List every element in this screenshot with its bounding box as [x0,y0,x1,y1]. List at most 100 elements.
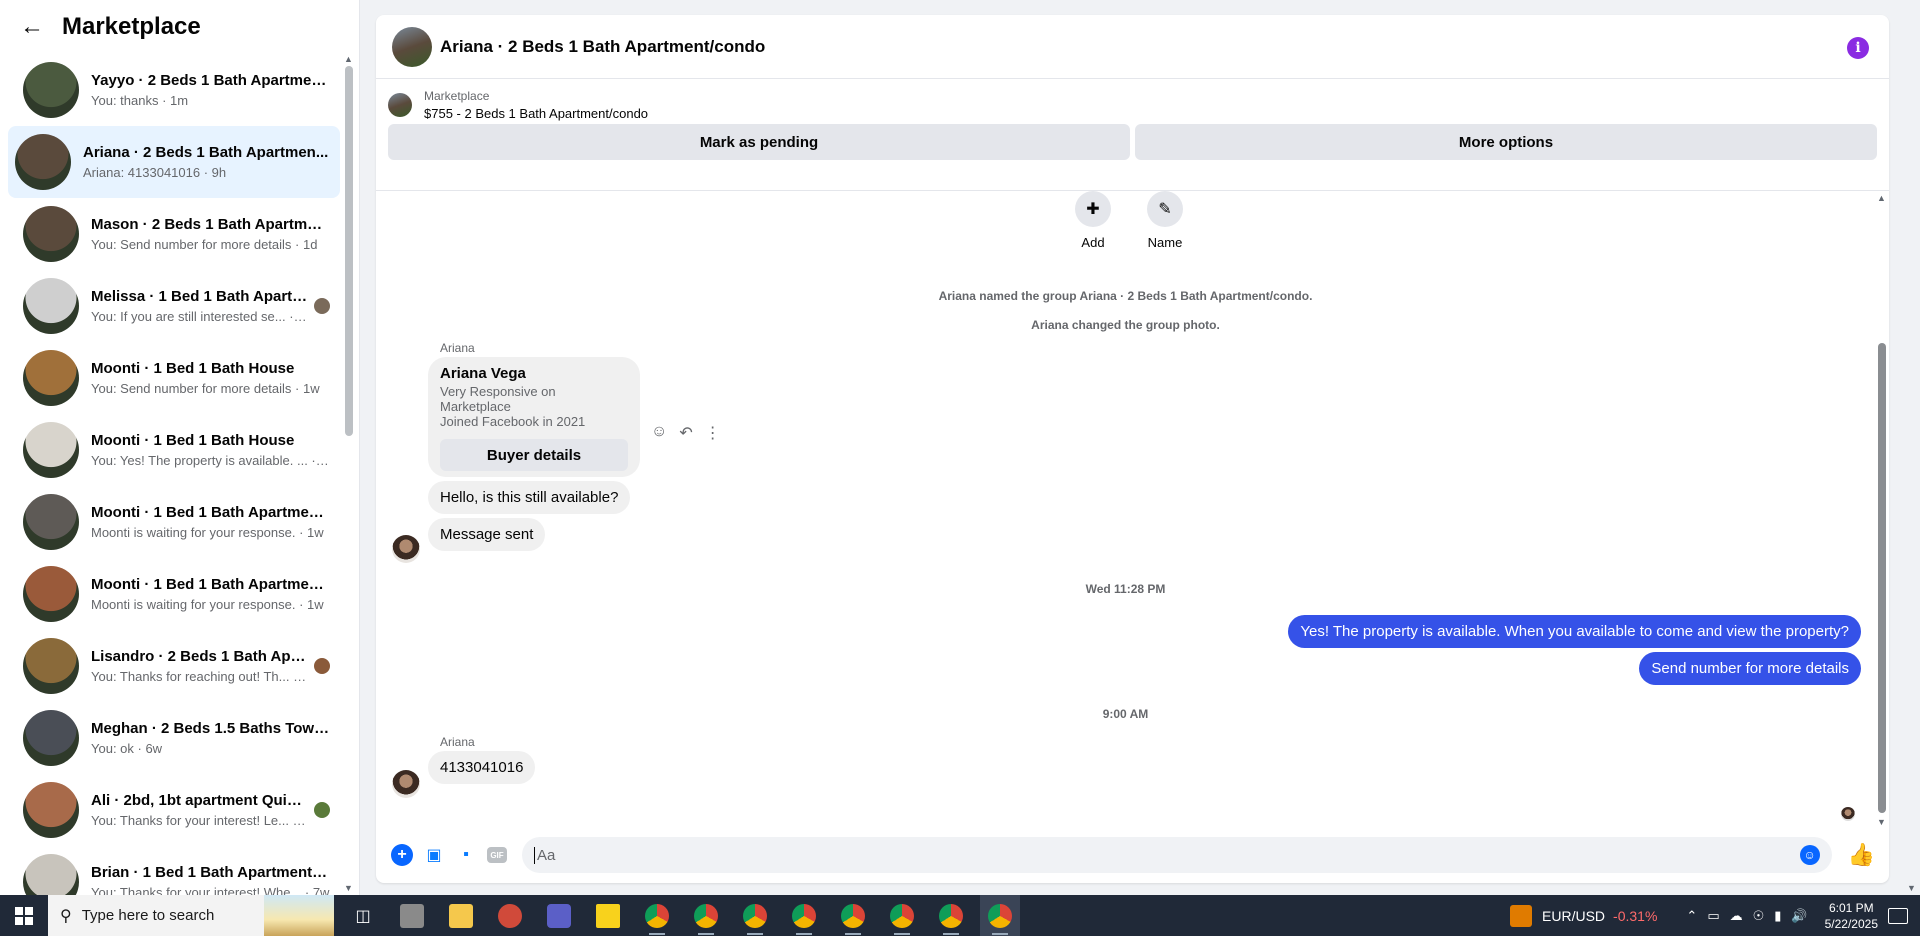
conversation-title: Moonti · 1 Bed 1 Bath Apartmen... [91,576,330,593]
conversation-item[interactable]: Lisandro · 2 Beds 1 Bath Apart... You: Th… [8,630,340,702]
conversation-preview: Moonti is waiting for your response. · 1… [91,597,324,612]
conversation-item[interactable]: Ali · 2bd, 1bt apartment Quiet... You: Th… [8,774,340,846]
chat-title[interactable]: Ariana · 2 Beds 1 Bath Apartment/condo [440,37,765,57]
mark-as-pending-button[interactable]: Mark as pending [388,124,1130,160]
sticky-notes-button[interactable] [588,895,628,936]
back-arrow-icon[interactable]: ← [20,13,48,41]
sender-name: Ariana [440,735,475,749]
add-people-action[interactable]: ✚ Add [1071,191,1115,250]
network-icon[interactable]: ☉ [1753,908,1765,924]
cloud-icon[interactable]: ☁ [1730,908,1743,924]
sticker-icon[interactable]: ▪ [455,844,477,866]
conversation-title: Moonti · 1 Bed 1 Bath House [91,432,295,449]
scroll-down-arrow-icon[interactable]: ▼ [344,883,353,893]
volume-icon[interactable]: 🔊 [1791,908,1807,924]
conversation-text: Moonti · 1 Bed 1 Bath Apartmen... Moonti … [91,576,330,612]
taskbar-app[interactable] [490,895,530,936]
listing-panel: Marketplace $755 - 2 Beds 1 Bath Apartme… [376,79,1889,191]
sidebar-scroll-thumb[interactable] [345,66,353,436]
chrome-window[interactable] [882,895,922,936]
taskbar-search[interactable]: ⚲ Type here to search [48,895,334,936]
incoming-message[interactable]: Hello, is this still available? [428,481,631,514]
listing-thumbnail [15,134,71,190]
chrome-window[interactable] [833,895,873,936]
plus-icon[interactable]: + [391,844,413,866]
conversation-item[interactable]: Moonti · 1 Bed 1 Bath House You: Yes! The… [8,414,340,486]
display-icon[interactable]: ▭ [1707,908,1719,924]
chrome-window[interactable] [686,895,726,936]
clock[interactable]: 6:01 PM 5/22/2025 [1825,900,1878,932]
listing-thumbnail [388,93,412,117]
conversation-text: Moonti · 1 Bed 1 Bath House You: Send num… [91,360,330,396]
conversation-text: Moonti · 1 Bed 1 Bath Apartmen... Moonti … [91,504,330,540]
message-input[interactable]: Aa ☺ [522,837,1832,873]
buyer-details-button[interactable]: Buyer details [440,439,628,471]
outgoing-message[interactable]: Yes! The property is available. When you… [1288,615,1861,648]
scroll-down-arrow-icon[interactable]: ▼ [1907,883,1916,893]
start-button[interactable] [0,895,48,936]
react-icon[interactable]: ☺ [651,423,667,443]
more-options-button[interactable]: More options [1135,124,1877,160]
task-view-button[interactable]: ◫ [343,895,383,936]
conversation-item[interactable]: Moonti · 1 Bed 1 Bath Apartmen... Moonti … [8,486,340,558]
teams-button[interactable] [539,895,579,936]
conversation-item[interactable]: Mason · 2 Beds 1 Bath Apartmen... You: Se… [8,198,340,270]
chrome-window[interactable] [784,895,824,936]
battery-icon[interactable]: ▮ [1774,908,1781,924]
chrome-icon [645,903,669,928]
emoji-icon[interactable]: ☺ [1799,845,1820,865]
sidebar-scrollbar[interactable]: ▲ ▼ [344,54,353,895]
conversation-title: Ali · 2bd, 1bt apartment Quiet... [91,792,308,809]
pencil-icon[interactable]: ✎ [1147,191,1183,227]
listing-thumbnail [23,710,79,766]
group-actions: ✚ Add ✎ Name [1071,191,1187,250]
conversation-item[interactable]: Moonti · 1 Bed 1 Bath House You: Send num… [8,342,340,414]
chrome-icon [743,903,767,928]
message-hover-actions: ☺ ↶ ⋮ [651,423,721,443]
scroll-down-arrow-icon[interactable]: ▼ [1877,817,1886,827]
gif-icon[interactable]: GIF [487,847,507,863]
more-icon[interactable]: ⋮ [705,423,721,443]
chrome-window[interactable] [931,895,971,936]
taskbar-app[interactable] [392,895,432,936]
chrome-icon [841,903,865,928]
notification-icon[interactable] [1888,907,1908,924]
fx-pair[interactable]: EUR/USD [1542,908,1605,924]
conversation-title: Moonti · 1 Bed 1 Bath House [91,360,295,377]
scroll-up-arrow-icon[interactable]: ▲ [344,54,353,64]
add-label: Add [1081,235,1105,250]
thumbs-up-icon[interactable]: 👍 [1848,842,1875,868]
app-icon [400,903,424,928]
currency-widget-icon[interactable] [1510,904,1533,927]
chrome-window-active[interactable] [980,895,1020,936]
sender-avatar[interactable] [392,770,420,798]
reply-icon[interactable]: ↶ [679,423,692,443]
outgoing-message[interactable]: Send number for more details [1639,652,1861,685]
conversation-item[interactable]: Yayyo · 2 Beds 1 Bath Apartment... You: t… [8,54,340,126]
photo-icon[interactable]: ▣ [423,844,445,866]
messages-scrollbar[interactable]: ▲ ▼ [1877,193,1887,827]
conversation-preview: Moonti is waiting for your response. · 1… [91,525,324,540]
conversation-item[interactable]: Ariana · 2 Beds 1 Bath Apartmen... Ariana… [8,126,340,198]
info-icon[interactable]: i [1847,37,1869,59]
conversation-item[interactable]: Brian · 1 Bed 1 Bath Apartment/c... You: … [8,846,340,895]
listing-summary[interactable]: Marketplace $755 - 2 Beds 1 Bath Apartme… [388,89,1877,121]
chat-avatar[interactable] [392,26,432,67]
incoming-message[interactable]: Message sent [428,518,546,551]
chrome-window[interactable] [637,895,677,936]
message-composer: + ▣ ▪ GIF Aa ☺ 👍 [376,827,1889,883]
page-scrollbar[interactable]: ▼ [1903,0,1920,895]
conversation-item[interactable]: Meghan · 2 Beds 1.5 Baths Town... You: ok… [8,702,340,774]
conversation-text: Yayyo · 2 Beds 1 Bath Apartment... You: t… [91,72,330,108]
conversation-item[interactable]: Moonti · 1 Bed 1 Bath Apartmen... Moonti … [8,558,340,630]
chrome-window[interactable] [735,895,775,936]
messages-scroll-thumb[interactable] [1878,343,1886,813]
add-person-icon[interactable]: ✚ [1075,191,1111,227]
conversation-item[interactable]: Melissa · 1 Bed 1 Bath Apartm... You: If … [8,270,340,342]
chevron-up-icon[interactable]: ⌃ [1686,908,1697,924]
incoming-message[interactable]: 4133041016 [428,751,536,784]
name-group-action[interactable]: ✎ Name [1143,191,1187,250]
file-explorer-button[interactable] [441,895,481,936]
scroll-up-arrow-icon[interactable]: ▲ [1877,193,1886,203]
sender-avatar[interactable] [392,535,420,563]
